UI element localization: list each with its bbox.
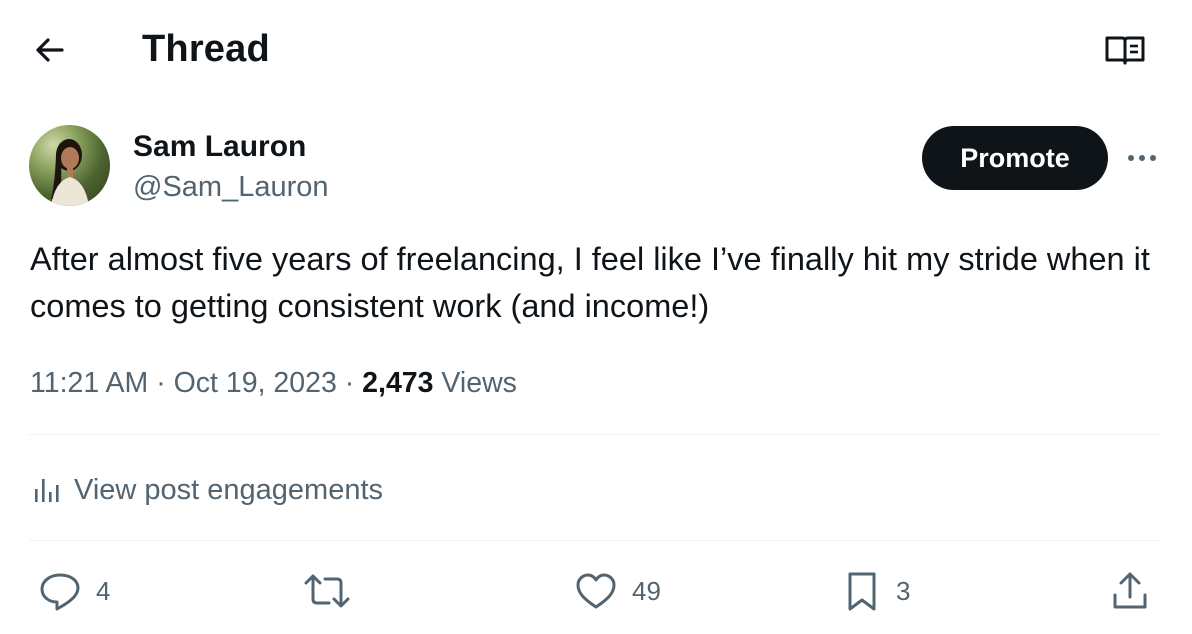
post-date[interactable]: Oct 19, 2023 <box>174 367 337 399</box>
like-button[interactable]: 49 <box>574 566 661 616</box>
view-engagements-label: View post engagements <box>74 473 384 506</box>
post-meta: 11:21 AM · Oct 19, 2023 · 2,473 Views <box>30 364 517 402</box>
bookmark-count: 3 <box>896 575 911 606</box>
reply-count: 4 <box>96 575 111 606</box>
bar-chart-icon <box>32 475 62 505</box>
view-engagements-link[interactable]: View post engagements <box>32 470 383 510</box>
author-name[interactable]: Sam Lauron <box>133 129 306 165</box>
more-options-button[interactable] <box>1120 140 1164 176</box>
promote-button[interactable]: Promote <box>922 126 1108 190</box>
post-time[interactable]: 11:21 AM <box>30 367 148 399</box>
heart-icon <box>574 569 618 613</box>
author-handle[interactable]: @Sam_Lauron <box>133 170 329 204</box>
post-text: After almost five years of freelancing, … <box>30 241 1150 324</box>
views-count: 2,473 <box>362 367 434 399</box>
reply-icon <box>38 569 82 613</box>
ellipsis-icon <box>1120 140 1164 176</box>
back-button[interactable] <box>28 28 72 72</box>
reply-button[interactable]: 4 <box>38 566 110 616</box>
page-title: Thread <box>142 28 270 70</box>
repost-icon <box>302 569 352 613</box>
reader-mode-button[interactable] <box>1100 28 1150 72</box>
divider <box>29 434 1162 435</box>
share-button[interactable] <box>1110 566 1150 616</box>
meta-separator: · <box>148 367 174 399</box>
bookmark-icon <box>842 569 882 613</box>
bookmark-button[interactable]: 3 <box>842 566 910 616</box>
avatar[interactable] <box>29 125 110 206</box>
share-icon <box>1110 569 1150 613</box>
repost-button[interactable] <box>302 566 366 616</box>
arrow-left-icon <box>28 28 72 72</box>
like-count: 49 <box>632 575 661 606</box>
views-label: Views <box>441 367 517 399</box>
book-open-icon <box>1100 28 1150 72</box>
meta-separator: · <box>336 367 363 399</box>
divider <box>29 540 1162 541</box>
